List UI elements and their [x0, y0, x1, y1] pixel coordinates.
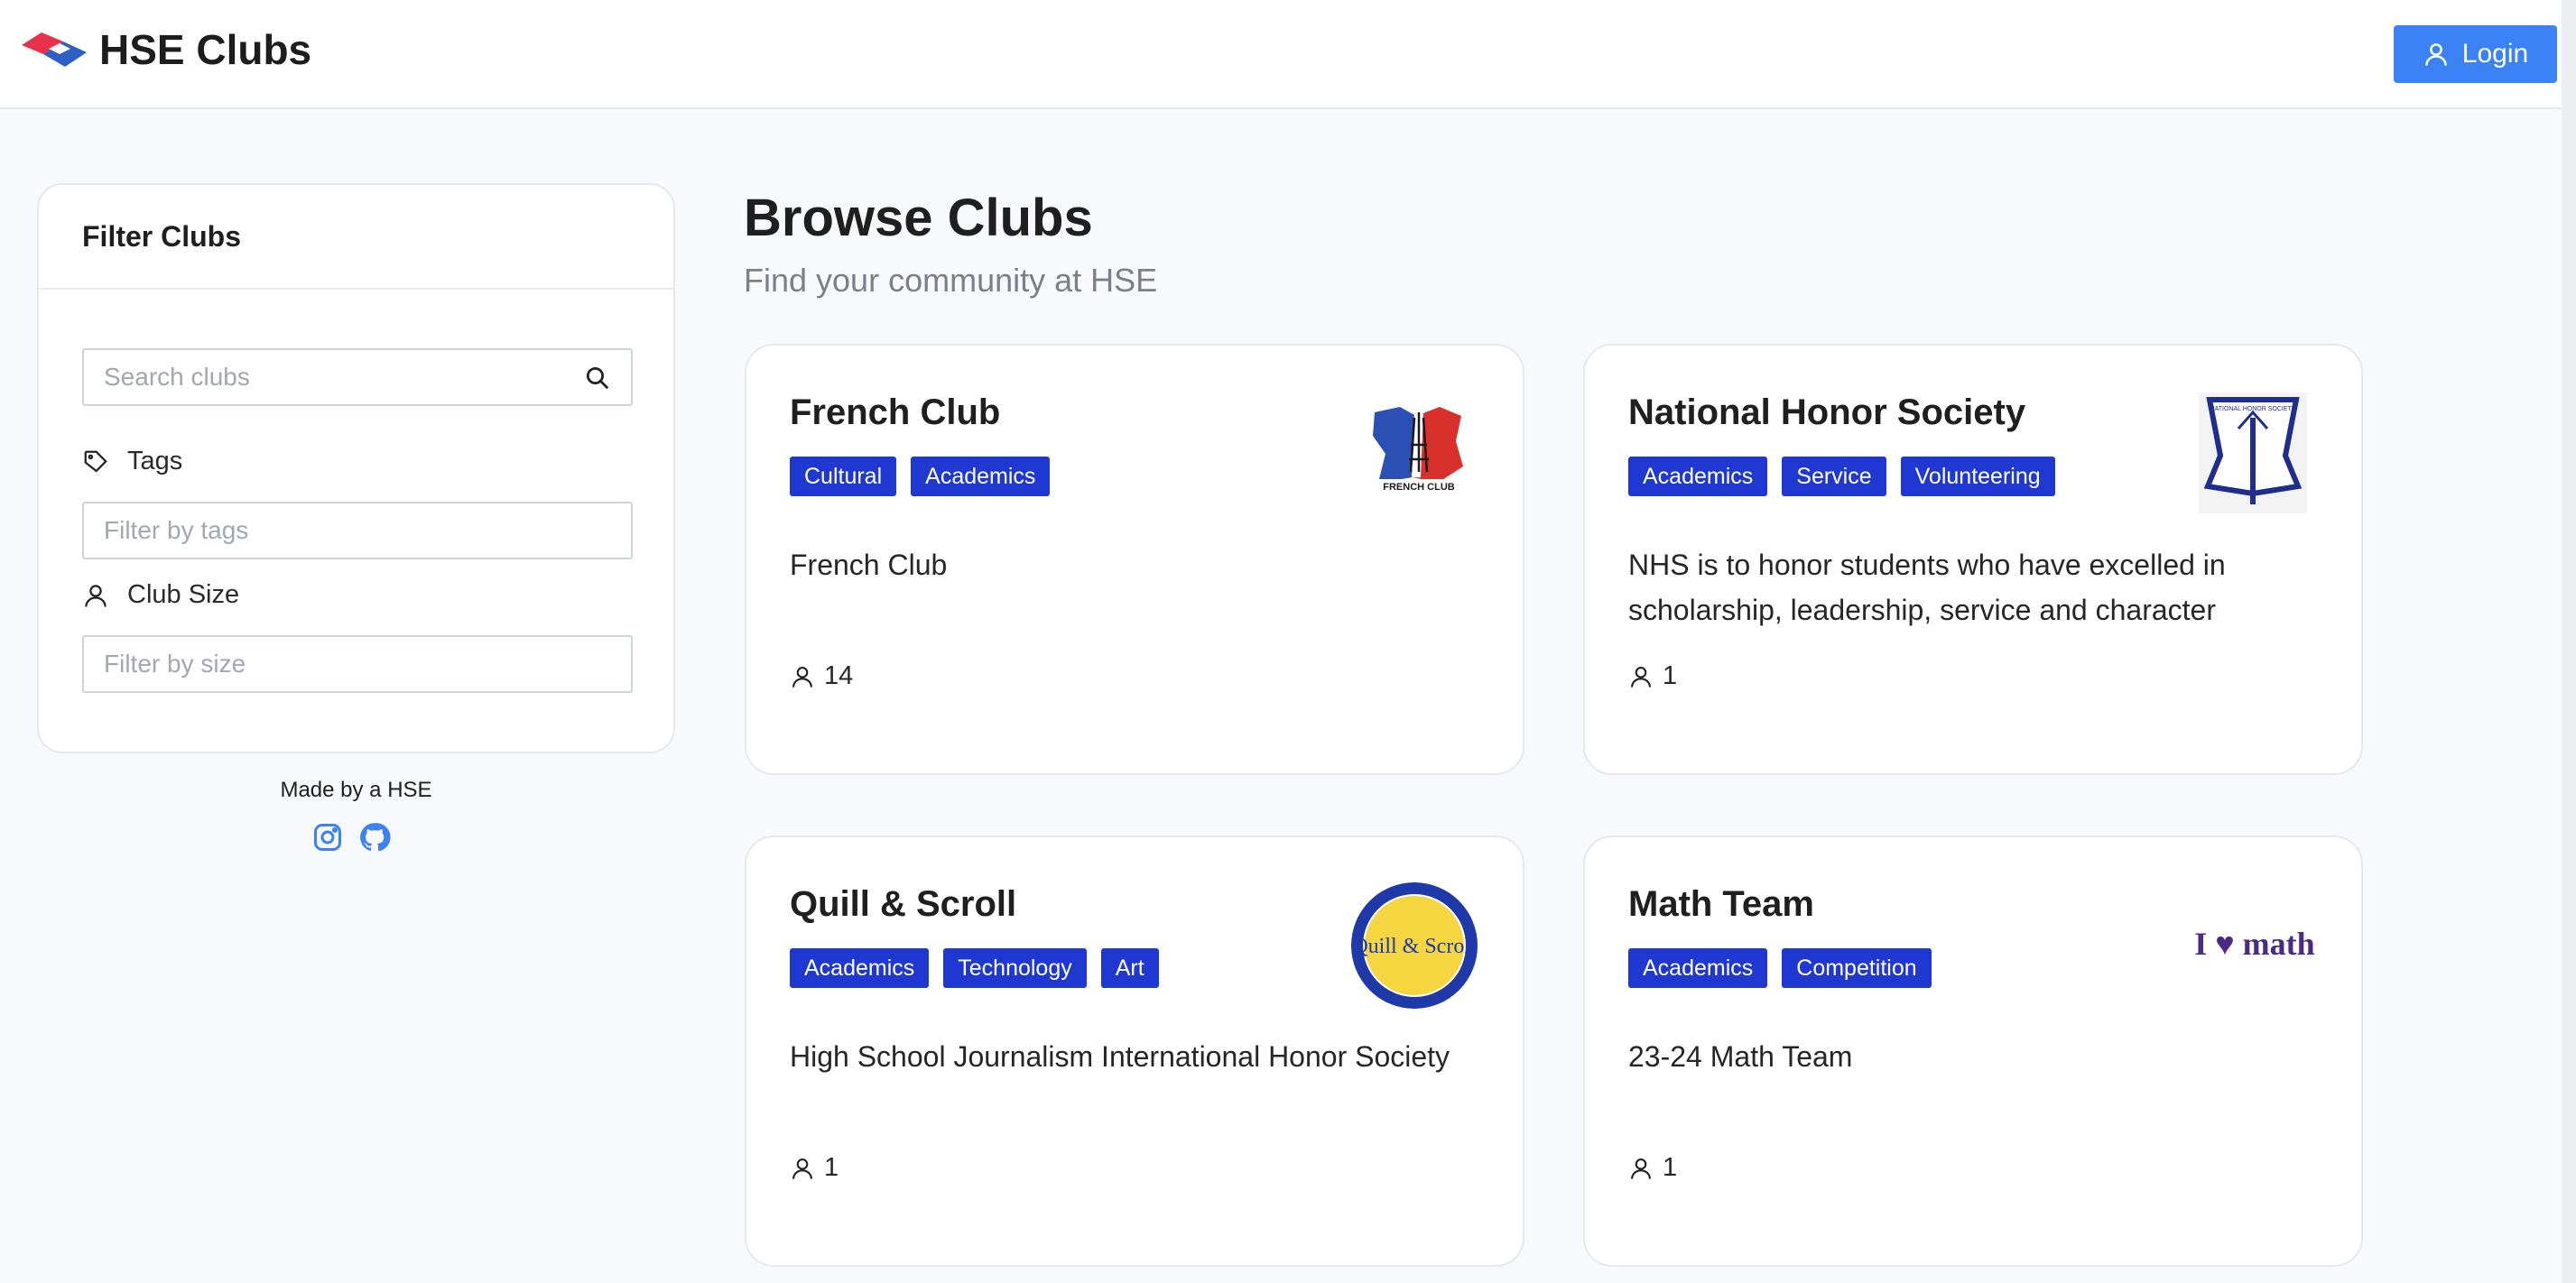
page-title: Browse Clubs [744, 189, 1093, 247]
member-count-value: 1 [824, 1153, 839, 1182]
club-tags: Cultural Academics [790, 457, 1051, 496]
top-navbar: HSE Clubs Login [0, 0, 2576, 109]
club-name: Math Team [1628, 884, 1814, 924]
club-description: 23-24 Math Team [1628, 1040, 1853, 1073]
brand-logo-icon [22, 32, 87, 67]
logo-text: NATIONAL HONOR SOCIETY [2210, 406, 2296, 412]
tags-placeholder: Filter by tags [104, 516, 249, 544]
club-name: National Honor Society [1628, 392, 2026, 432]
instagram-icon[interactable] [311, 821, 344, 854]
member-count: 1 [1628, 661, 1677, 691]
club-card-french-club[interactable]: French Club Cultural Academics French Cl… [745, 344, 1524, 775]
club-name: Quill & Scroll [790, 884, 1017, 924]
math-team-logo: I ♥ math [2194, 926, 2314, 962]
logo-text: I ♥ math [2194, 926, 2314, 962]
scrollbar[interactable] [2562, 0, 2576, 1283]
size-label-row: Club Size [82, 580, 239, 610]
tag-badge[interactable]: Technology [943, 948, 1087, 988]
filter-title: Filter Clubs [39, 185, 673, 290]
tag-icon [84, 450, 107, 473]
size-filter-input[interactable]: Filter by size [82, 635, 633, 693]
member-count-value: 1 [1663, 1153, 1678, 1182]
club-tags: Academics Service Volunteering [1628, 457, 2055, 496]
member-count: 1 [790, 1153, 839, 1183]
page-subtitle: Find your community at HSE [744, 262, 1158, 299]
member-count-value: 14 [824, 661, 854, 690]
club-description: French Club [790, 549, 948, 581]
tag-badge[interactable]: Competition [1782, 948, 1932, 988]
club-tags: Academics Technology Art [790, 948, 1159, 988]
member-count: 1 [1628, 1153, 1677, 1183]
tag-badge[interactable]: Art [1100, 948, 1159, 988]
tag-badge[interactable]: Academics [911, 457, 1051, 496]
search-icon[interactable] [584, 365, 611, 392]
club-card-math-team[interactable]: Math Team Academics Competition 23-24 Ma… [1583, 835, 2363, 1267]
tag-badge[interactable]: Service [1782, 457, 1886, 496]
club-tags: Academics Competition [1628, 948, 1932, 988]
tag-badge[interactable]: Academics [1628, 457, 1768, 496]
french-club-logo: FRENCH CLUB [1371, 407, 1467, 494]
social-links [311, 821, 391, 854]
nhs-logo: NATIONAL HONOR SOCIETY [2199, 392, 2307, 513]
size-label: Club Size [127, 580, 240, 609]
user-icon [792, 666, 812, 688]
made-by-text: Made by a HSE [280, 778, 432, 802]
login-button[interactable]: Login [2394, 25, 2557, 83]
club-description: High School Journalism International Hon… [790, 1040, 1450, 1073]
tags-label: Tags [127, 447, 183, 475]
logo-text: Quill & Scroll [1352, 935, 1477, 958]
club-description: NHS is to honor students who have excell… [1628, 549, 2226, 626]
user-icon [792, 1158, 812, 1179]
github-icon[interactable] [358, 821, 391, 854]
search-input[interactable]: Search clubs [82, 348, 633, 406]
brand[interactable]: HSE Clubs [22, 25, 311, 74]
brand-name: HSE Clubs [99, 26, 312, 73]
tag-badge[interactable]: Academics [790, 948, 930, 988]
search-placeholder: Search clubs [104, 363, 250, 391]
size-placeholder: Filter by size [104, 650, 246, 678]
user-icon [1631, 1158, 1651, 1179]
user-icon [85, 584, 107, 607]
tag-badge[interactable]: Volunteering [1900, 457, 2055, 496]
club-card-national-honor-society[interactable]: National Honor Society Academics Service… [1583, 344, 2363, 775]
tags-label-row: Tags [82, 447, 182, 476]
club-card-quill-and-scroll[interactable]: Quill & Scroll Academics Technology Art … [745, 835, 1524, 1267]
user-icon [1631, 666, 1651, 688]
logo-text: FRENCH CLUB [1383, 482, 1454, 493]
user-icon [2424, 43, 2447, 66]
tag-badge[interactable]: Cultural [790, 457, 897, 496]
filter-panel: Filter Clubs Search clubs Tags Filter by… [37, 183, 675, 753]
quill-and-scroll-logo: Quill & Scroll [1351, 882, 1478, 1009]
tags-filter-input[interactable]: Filter by tags [82, 502, 633, 559]
member-count-value: 1 [1663, 661, 1678, 690]
tag-badge[interactable]: Academics [1628, 948, 1768, 988]
login-label: Login [2461, 39, 2529, 69]
member-count: 14 [790, 661, 853, 691]
club-name: French Club [790, 392, 1001, 432]
